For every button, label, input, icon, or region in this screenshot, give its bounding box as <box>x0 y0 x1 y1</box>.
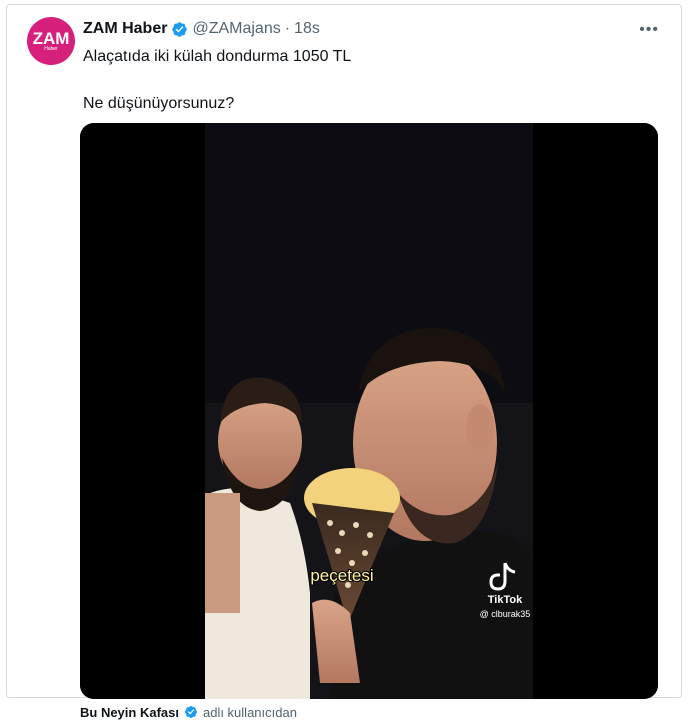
tiktok-watermark-user: @ clburak35 <box>480 609 531 619</box>
tweet-timestamp[interactable]: 18s <box>294 20 320 38</box>
header-separator: · <box>284 20 291 37</box>
tweet-text-line-1: Alaçatıda iki külah dondurma 1050 TL <box>83 48 352 65</box>
source-via-text: adlı kullanıcıdan <box>202 704 297 720</box>
tweet-text-line-2: Ne düşünüyorsunuz? <box>83 95 235 112</box>
tiktok-watermark-brand: TikTok <box>488 594 523 606</box>
source-account-name[interactable]: Bu Neyin Kafası <box>80 705 179 720</box>
tweet-header: ZAM Haber @ZAMajans · 18s <box>83 17 320 41</box>
video-caption: peçetesi <box>310 566 373 585</box>
source-attribution[interactable]: Bu Neyin Kafası adlı kullanıcıdan <box>80 703 297 721</box>
video-media[interactable]: peçetesi TikTok @ clburak35 <box>80 123 658 699</box>
verified-badge-icon <box>185 706 197 718</box>
author-handle[interactable]: @ZAMajans <box>192 20 280 38</box>
avatar-logo-text: ZAM <box>32 28 70 48</box>
avatar-logo-subtext: Haber <box>44 45 58 52</box>
author-name[interactable]: ZAM Haber <box>83 20 167 38</box>
verified-badge-icon <box>172 21 188 37</box>
tweet-card[interactable]: ZAM Haber ZAM Haber @ZAMajans · 18s ••• … <box>6 4 682 699</box>
author-avatar[interactable]: ZAM Haber <box>27 17 75 65</box>
background-person <box>205 377 310 699</box>
video-frame: peçetesi TikTok @ clburak35 <box>80 123 658 699</box>
more-options-icon[interactable]: ••• <box>639 21 659 39</box>
